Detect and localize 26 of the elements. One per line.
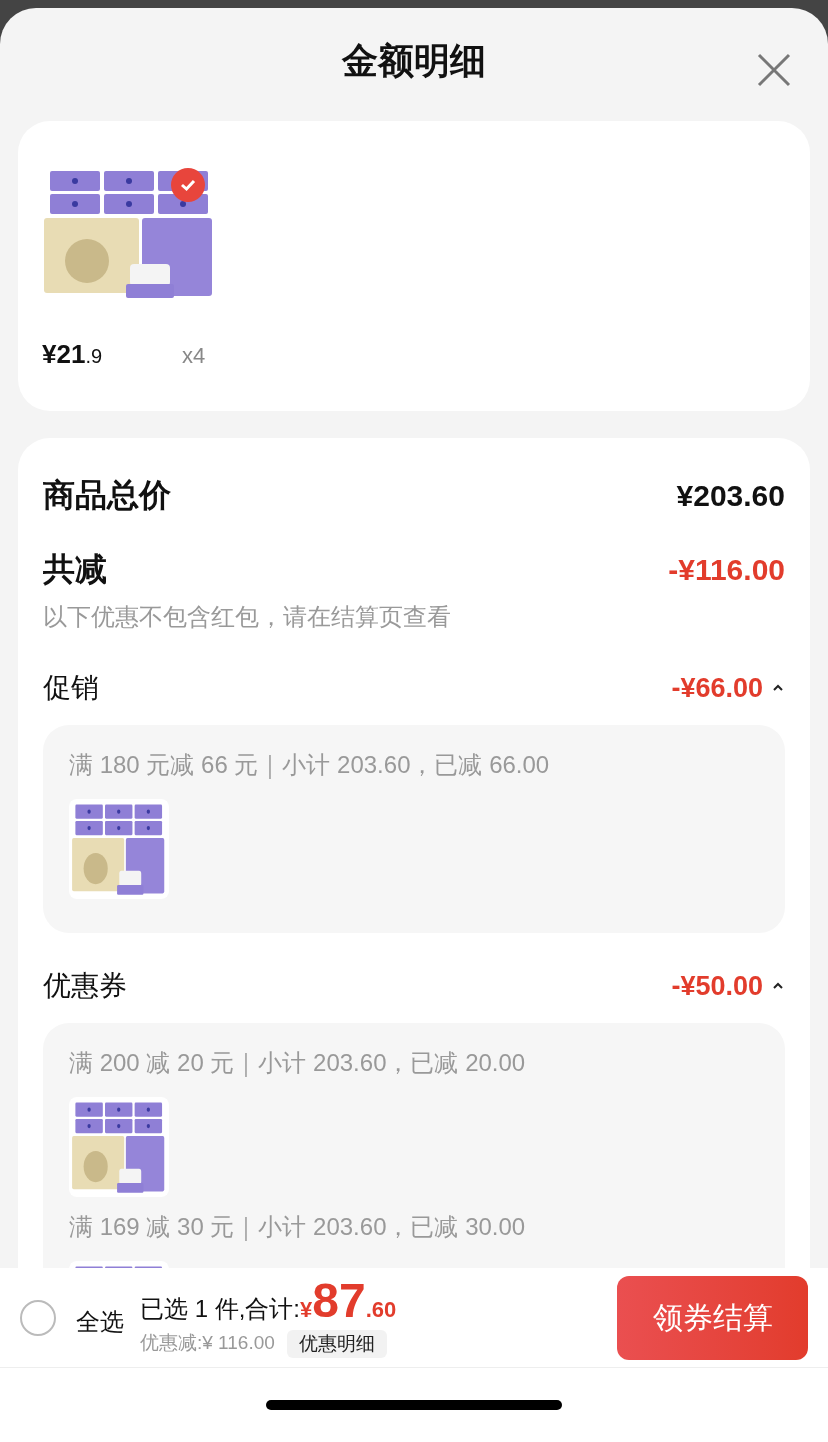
sheet-title: 金额明细	[342, 38, 486, 83]
checkout-button[interactable]: 领券结算	[617, 1275, 808, 1360]
group-title: 促销	[43, 671, 99, 705]
discount-details-button[interactable]: 优惠明细	[286, 1329, 387, 1358]
rule-text: 满 180 元减 66 元｜小计 203.60，已减 66.00	[69, 750, 551, 781]
total-value: ¥203.60	[676, 477, 785, 514]
group-title: 优惠券	[43, 969, 127, 1003]
discount-label: 共减	[43, 550, 107, 589]
select-all-checkbox[interactable]	[20, 1299, 56, 1336]
group-amount: -¥50.00	[671, 969, 763, 1003]
discount-summary: 优惠减:¥ 116.00	[140, 1331, 275, 1356]
discount-note: 以下优惠不包含红包，请在结算页查看	[43, 602, 452, 632]
total-amount: ¥87.60	[300, 1277, 397, 1327]
selection-summary: 已选 1 件,合计:	[140, 1294, 301, 1325]
select-all-label: 全选	[76, 1306, 124, 1337]
caret-icon	[771, 981, 785, 991]
caret-icon	[771, 683, 785, 693]
total-label: 商品总价	[43, 476, 171, 515]
product-quantity: x4	[182, 342, 206, 370]
discount-value: -¥116.00	[668, 551, 785, 588]
rule-text: 满 169 减 30 元｜小计 203.60，已减 30.00	[69, 1212, 527, 1243]
group-header[interactable]: 优惠券 -¥50.00	[43, 961, 785, 1011]
group-header[interactable]: 促销 -¥66.00	[43, 663, 785, 713]
rule-text: 满 200 减 20 元｜小计 203.60，已减 20.00	[69, 1048, 527, 1079]
product-price: ¥21.9	[42, 338, 104, 371]
group-amount: -¥66.00	[671, 671, 763, 705]
